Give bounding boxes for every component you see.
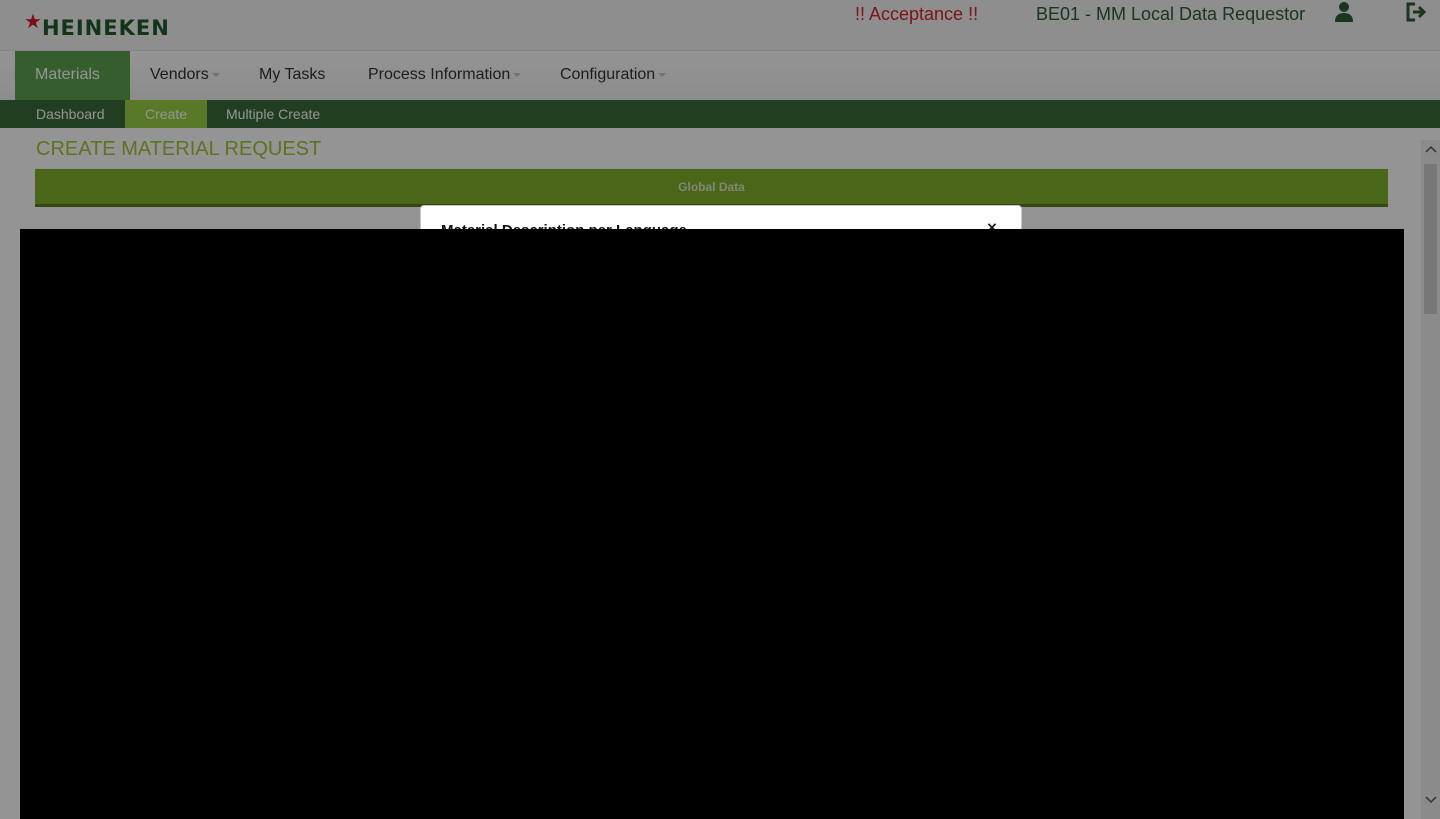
redacted-region	[20, 229, 1404, 819]
